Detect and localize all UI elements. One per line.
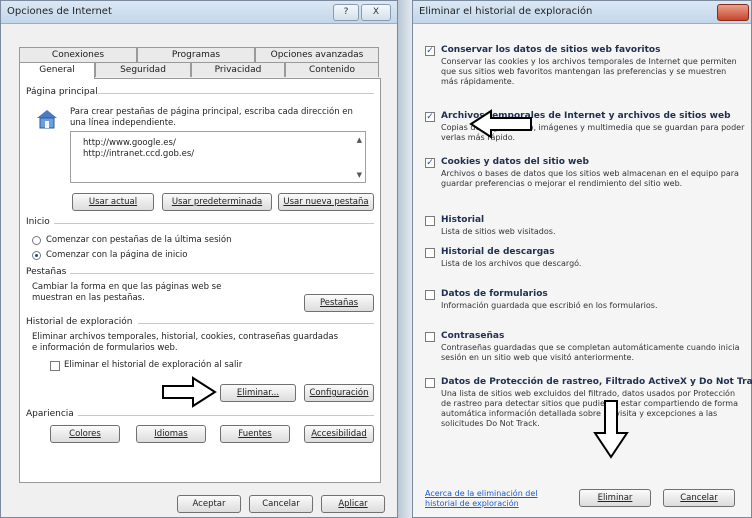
history-option-checkbox[interactable]: ✓ xyxy=(425,112,435,122)
home-url-1: http://www.google.es/ xyxy=(83,138,176,148)
history-option-description: Contraseñas guardadas que se completan a… xyxy=(441,343,740,362)
home-page-url-textarea[interactable]: http://www.google.es/ http://intranet.cc… xyxy=(70,131,366,183)
window-title: Opciones de Internet xyxy=(7,6,112,17)
history-option-checkbox[interactable]: ✓ xyxy=(425,158,435,168)
title-bar: Eliminar el historial de exploración xyxy=(413,1,751,24)
scroll-down-icon[interactable]: ▼ xyxy=(357,171,362,179)
about-deleting-history-link[interactable]: Acerca de la eliminación del historial d… xyxy=(425,489,555,509)
section-home-page: Página principal xyxy=(26,87,98,97)
history-option-checkbox[interactable] xyxy=(425,332,435,342)
tab-security[interactable]: Seguridad xyxy=(95,62,191,77)
use-new-tab-button[interactable]: Usar nueva pestaña xyxy=(278,193,374,211)
radio-last-session[interactable] xyxy=(32,236,41,245)
languages-button[interactable]: Idiomas xyxy=(136,425,206,443)
cancel-button[interactable]: Cancelar xyxy=(249,495,313,513)
arrow-left-annotation-icon xyxy=(469,109,532,139)
window-title: Eliminar el historial de exploración xyxy=(419,6,593,17)
home-page-icon xyxy=(37,110,57,129)
close-button[interactable]: X xyxy=(361,4,391,21)
divider xyxy=(78,415,374,416)
window-gap xyxy=(398,0,412,518)
delete-history-button[interactable]: Eliminar... xyxy=(220,384,296,402)
home-page-description: Para crear pestañas de página principal,… xyxy=(70,107,353,128)
delete-history-window: Eliminar el historial de exploración ✓ Co… xyxy=(412,0,752,518)
colors-button[interactable]: Colores xyxy=(50,425,120,443)
history-option-description: Archivos o bases de datos que los sitios… xyxy=(441,169,739,188)
close-icon[interactable] xyxy=(717,4,749,21)
fonts-button[interactable]: Fuentes xyxy=(220,425,290,443)
apply-button[interactable]: Aplicar xyxy=(321,495,385,513)
cancel-button[interactable]: Cancelar xyxy=(663,489,735,507)
radio-home-page-label: Comenzar con la página de inicio xyxy=(46,250,188,260)
use-current-button[interactable]: Usar actual xyxy=(72,193,154,211)
ok-button[interactable]: Aceptar xyxy=(177,495,241,513)
tab-programs[interactable]: Programas xyxy=(137,47,255,62)
radio-home-page[interactable] xyxy=(32,251,41,260)
tabs-description: Cambiar la forma en que las páginas web … xyxy=(32,282,222,303)
history-option-title: Datos de Protección de rastreo, Filtrado… xyxy=(441,377,752,387)
history-option-title: Historial de descargas xyxy=(441,247,555,257)
divider xyxy=(138,323,374,324)
tab-general[interactable]: General xyxy=(19,62,95,79)
history-option-description: Lista de sitios web visitados. xyxy=(441,227,556,236)
divider xyxy=(70,273,374,274)
history-option-title: Conservar los datos de sitios web favori… xyxy=(441,45,661,55)
arrow-down-annotation-icon xyxy=(593,400,629,459)
tab-advanced[interactable]: Opciones avanzadas xyxy=(255,47,379,62)
history-description: Eliminar archivos temporales, historial,… xyxy=(32,332,339,353)
tab-privacy[interactable]: Privacidad xyxy=(191,62,285,77)
history-option-title: Datos de formularios xyxy=(441,289,548,299)
section-appearance: Apariencia xyxy=(26,409,74,419)
accessibility-button[interactable]: Accesibilidad xyxy=(304,425,374,443)
title-bar: Opciones de Internet ? X xyxy=(1,1,397,24)
delete-button[interactable]: Eliminar xyxy=(579,489,651,507)
general-panel: Página principal Para crear pestañas de … xyxy=(19,78,381,483)
section-tabs: Pestañas xyxy=(26,267,67,277)
scroll-up-icon[interactable]: ▲ xyxy=(357,136,362,144)
history-option-description: Información guardada que escribió en los… xyxy=(441,301,658,310)
divider xyxy=(98,93,374,94)
arrow-right-annotation-icon xyxy=(162,376,217,408)
tab-connections[interactable]: Conexiones xyxy=(19,47,137,62)
tabs-button[interactable]: Pestañas xyxy=(304,294,374,312)
radio-last-session-label: Comenzar con pestañas de la última sesió… xyxy=(46,235,232,245)
history-option-description: Conservar las cookies y los archivos tem… xyxy=(441,57,737,86)
history-option-title: Historial xyxy=(441,215,485,225)
section-browsing-history: Historial de exploración xyxy=(26,317,133,327)
delete-on-exit-checkbox[interactable] xyxy=(50,361,60,371)
help-button[interactable]: ? xyxy=(333,4,359,21)
history-option-checkbox[interactable] xyxy=(425,290,435,300)
divider xyxy=(54,223,374,224)
history-option-checkbox[interactable]: ✓ xyxy=(425,46,435,56)
history-option-checkbox[interactable] xyxy=(425,378,435,388)
tab-content[interactable]: Contenido xyxy=(285,62,379,77)
history-option-title: Cookies y datos del sitio web xyxy=(441,157,589,167)
history-option-checkbox[interactable] xyxy=(425,248,435,258)
history-option-title: Contraseñas xyxy=(441,331,505,341)
history-option-checkbox[interactable] xyxy=(425,216,435,226)
section-start: Inicio xyxy=(26,217,50,227)
home-url-2: http://intranet.ccd.gob.es/ xyxy=(83,149,195,159)
delete-on-exit-label: Eliminar el historial de exploración al … xyxy=(64,360,243,370)
history-settings-button[interactable]: Configuración xyxy=(304,384,374,402)
history-option-description: Lista de los archivos que descargó. xyxy=(441,259,582,268)
use-default-button[interactable]: Usar predeterminada xyxy=(162,193,272,211)
internet-options-window: Opciones de Internet ? X Conexiones Prog… xyxy=(0,0,398,518)
